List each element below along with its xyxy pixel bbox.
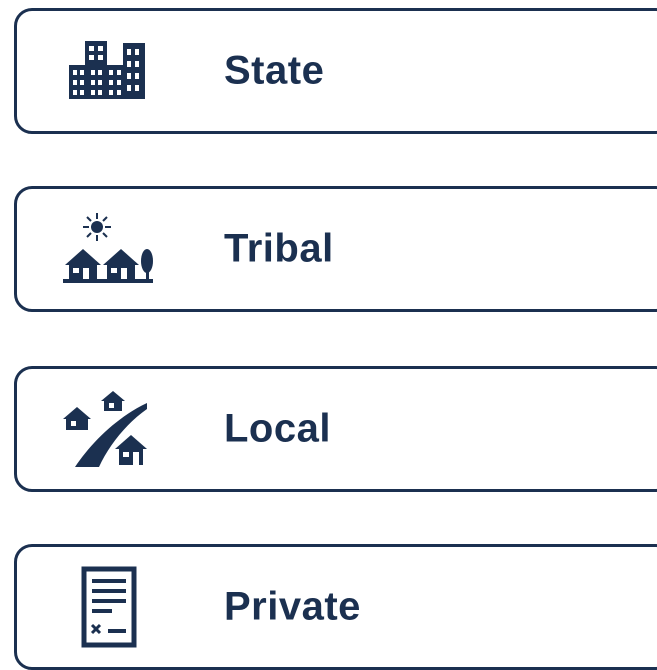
option-label: Local [224, 406, 331, 451]
road-houses-icon [61, 389, 157, 469]
option-card-private[interactable]: Private [14, 544, 657, 670]
city-buildings-icon [61, 31, 157, 111]
option-label: Private [224, 584, 361, 629]
document-signature-icon [61, 566, 157, 648]
option-card-state[interactable]: State [14, 8, 657, 134]
option-label: Tribal [224, 226, 334, 271]
option-label: State [224, 48, 325, 93]
houses-sun-tree-icon [61, 209, 157, 289]
option-card-local[interactable]: Local [14, 366, 657, 492]
option-card-tribal[interactable]: Tribal [14, 186, 657, 312]
